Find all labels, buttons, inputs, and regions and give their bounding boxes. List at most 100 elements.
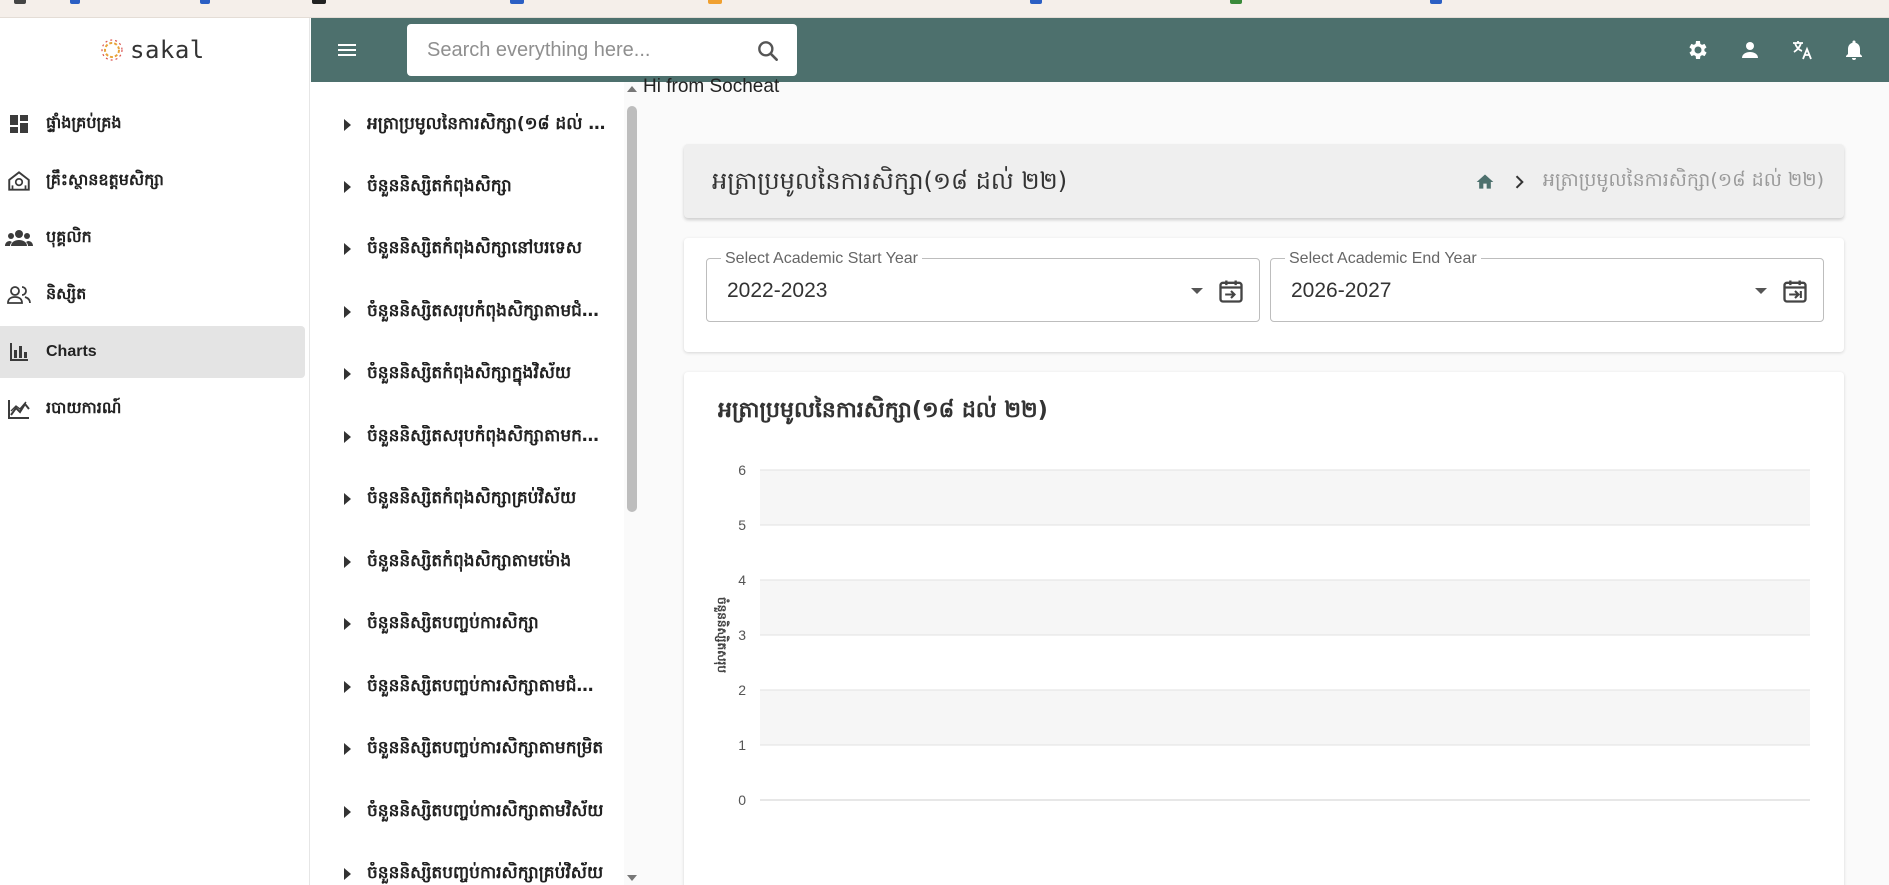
tree-item[interactable]: ចំនួននិស្សិតបញ្ចប់ការសិក្សាតាមជំនាញ	[311, 672, 621, 702]
scroll-up-arrow-icon[interactable]	[627, 86, 637, 92]
account-icon	[1742, 42, 1758, 58]
sidebar-item-reports[interactable]: របាយការណ៍	[0, 383, 305, 435]
bookmark-icon[interactable]	[1430, 0, 1442, 4]
sidebar-item-label: បុគ្គលិក	[46, 227, 92, 246]
bookmark-icon[interactable]	[1230, 0, 1242, 4]
staff-icon	[4, 223, 34, 253]
end-year-value: 2026-2027	[1291, 279, 1392, 302]
bookmark-icon[interactable]	[708, 0, 722, 4]
start-year-label: Select Academic Start Year	[721, 250, 922, 268]
sidebar-item-label: និស្សិត	[46, 284, 87, 303]
bookmark-icon[interactable]	[70, 0, 80, 4]
expand-arrow-icon[interactable]	[344, 368, 351, 380]
chart-list-panel: អត្រាប្រមូលនៃការសិក្សា(១៨ ដល់ ២២) ចំនួនន…	[311, 82, 641, 885]
calendar-end-icon[interactable]	[1781, 277, 1809, 305]
expand-arrow-icon[interactable]	[344, 806, 351, 818]
sidebar-item-staff[interactable]: បុគ្គលិក	[0, 212, 305, 264]
app-logo-text: sakal	[130, 36, 205, 64]
expand-arrow-icon[interactable]	[344, 868, 351, 880]
y-tick-label: 4	[738, 572, 746, 588]
scroll-down-arrow-icon[interactable]	[627, 875, 637, 881]
main-content: Hi from Socheat អត្រាប្រមូលនៃការសិក្សា(១…	[641, 76, 1889, 885]
sidebar-item-charts[interactable]: Charts	[0, 326, 305, 378]
expand-arrow-icon[interactable]	[344, 243, 351, 255]
bar-chart-icon	[4, 337, 34, 367]
y-tick-label: 1	[738, 737, 746, 753]
breadcrumb-current: អត្រាប្រមូលនៃការសិក្សា(១៨ ដល់ ២២)	[1542, 169, 1824, 191]
expand-arrow-icon[interactable]	[344, 181, 351, 193]
student-icon	[4, 280, 34, 310]
expand-arrow-icon[interactable]	[344, 493, 351, 505]
y-tick-label: 2	[738, 682, 746, 698]
bookmark-icon[interactable]	[312, 0, 326, 4]
menu-icon	[338, 44, 356, 56]
tree-item[interactable]: ចំនួននិស្សិតបញ្ចប់ការសិក្សាតាមវិស័យ	[311, 797, 621, 827]
tree-item[interactable]: ចំនួននិស្សិតបញ្ចប់ការសិក្សា	[311, 609, 621, 639]
tree-item[interactable]: ចំនួននិស្សិតកំពុងសិក្សា	[311, 172, 621, 202]
language-button[interactable]	[1790, 38, 1814, 62]
chart-plot: 0 1 2 3 4 5 6 ចំនួននិស្សិតសរុប	[713, 462, 1810, 808]
expand-arrow-icon[interactable]	[344, 556, 351, 568]
bookmark-icon[interactable]	[200, 0, 210, 4]
expand-arrow-icon[interactable]	[344, 681, 351, 693]
bookmark-icon[interactable]	[1030, 0, 1042, 4]
grid-band	[760, 690, 1810, 745]
tree-item[interactable]: ចំនួននិស្សិតកំពុងសិក្សាគ្រប់វិស័យ	[311, 484, 621, 514]
sidebar-item-dashboard[interactable]: ផ្ទាំងគ្រប់គ្រង	[0, 98, 305, 150]
tree-item[interactable]: អត្រាប្រមូលនៃការសិក្សា(១៨ ដល់ ២២)	[311, 110, 621, 140]
tree-scrollbar-thumb[interactable]	[627, 106, 637, 512]
expand-arrow-icon[interactable]	[344, 431, 351, 443]
grid-band	[760, 580, 1810, 635]
sidebar-item-students[interactable]: និស្សិត	[0, 269, 305, 321]
settings-icon	[1689, 41, 1707, 59]
search-icon[interactable]	[755, 38, 781, 64]
sidebar-item-label: Charts	[46, 343, 97, 360]
browser-bookmarks-bar	[0, 0, 1889, 18]
filter-card: Select Academic Start Year 2022-2023 Sel…	[684, 238, 1844, 352]
expand-arrow-icon[interactable]	[344, 743, 351, 755]
home-icon[interactable]	[1475, 172, 1495, 192]
translate-icon	[1793, 41, 1812, 60]
sidebar-item-label: គ្រឹះស្ថានឧត្តមសិក្សា	[46, 170, 164, 189]
report-chart-icon	[4, 394, 34, 424]
y-tick-label: 3	[738, 627, 746, 643]
sidebar-item-label: ផ្ទាំងគ្រប់គ្រង	[46, 113, 122, 132]
expand-arrow-icon[interactable]	[344, 618, 351, 630]
expand-arrow-icon[interactable]	[344, 119, 351, 131]
settings-button[interactable]	[1685, 38, 1709, 62]
y-tick-label: 6	[738, 462, 746, 478]
dropdown-caret-icon[interactable]	[1755, 288, 1767, 294]
expand-arrow-icon[interactable]	[344, 306, 351, 318]
notifications-button[interactable]	[1842, 38, 1866, 62]
dropdown-caret-icon[interactable]	[1191, 288, 1203, 294]
calendar-start-icon[interactable]	[1217, 277, 1245, 305]
bookmark-icon[interactable]	[510, 0, 524, 4]
app-root: sakal ផ្ទាំងគ្រប់គ្រង គ្រឹះស្ថានឧត្តមសិក…	[0, 0, 1889, 885]
app-logo[interactable]: sakal	[100, 36, 205, 64]
tree-item[interactable]: ចំនួននិស្សិតសរុបកំពុងសិក្សាតាមជំនាញ	[311, 297, 621, 327]
chart-card: អត្រាប្រមូលនៃការសិក្សា(១៨ ដល់ ២២) 012345…	[684, 372, 1844, 885]
tree-item[interactable]: ចំនួននិស្សិតសរុបកំពុងសិក្សាតាមកម្រិត	[311, 422, 621, 452]
account-button[interactable]	[1738, 38, 1762, 62]
chevron-right-icon	[1515, 175, 1524, 189]
sakal-logo-icon	[101, 39, 123, 61]
bookmark-icon[interactable]	[14, 0, 26, 4]
tree-item[interactable]: ចំនួននិស្សិតបញ្ចប់ការសិក្សាតាមកម្រិត	[311, 734, 621, 764]
start-year-value: 2022-2023	[727, 279, 828, 302]
notifications-icon	[1846, 40, 1862, 60]
menu-button[interactable]	[333, 36, 361, 64]
tree-item[interactable]: ចំនួននិស្សិតកំពុងសិក្សាតាមម៉ោង	[311, 547, 621, 577]
start-year-select[interactable]: Select Academic Start Year 2022-2023	[706, 250, 1260, 322]
tree-item[interactable]: ចំនួននិស្សិតបញ្ចប់ការសិក្សាគ្រប់វិស័យ	[311, 859, 621, 885]
tree-item[interactable]: ចំនួននិស្សិតកំពុងសិក្សាក្នុងវិស័យ	[311, 359, 621, 389]
sidebar: sakal ផ្ទាំងគ្រប់គ្រង គ្រឹះស្ថានឧត្តមសិក…	[0, 18, 310, 885]
sidebar-item-institutions[interactable]: គ្រឹះស្ថានឧត្តមសិក្សា	[0, 155, 305, 207]
page-title: អត្រាប្រមូលនៃការសិក្សា(១៨ ដល់ ២២)	[712, 167, 1068, 195]
search-input[interactable]	[427, 36, 727, 64]
institution-icon	[4, 166, 34, 196]
end-year-select[interactable]: Select Academic End Year 2026-2027	[1270, 250, 1824, 322]
tree-item[interactable]: ចំនួននិស្សិតកំពុងសិក្សានៅបរទេស	[311, 234, 621, 264]
page-header: អត្រាប្រមូលនៃការសិក្សា(១៨ ដល់ ២២) អត្រាប…	[684, 144, 1844, 218]
sidebar-item-label: របាយការណ៍	[46, 398, 122, 417]
dashboard-icon	[4, 109, 34, 139]
